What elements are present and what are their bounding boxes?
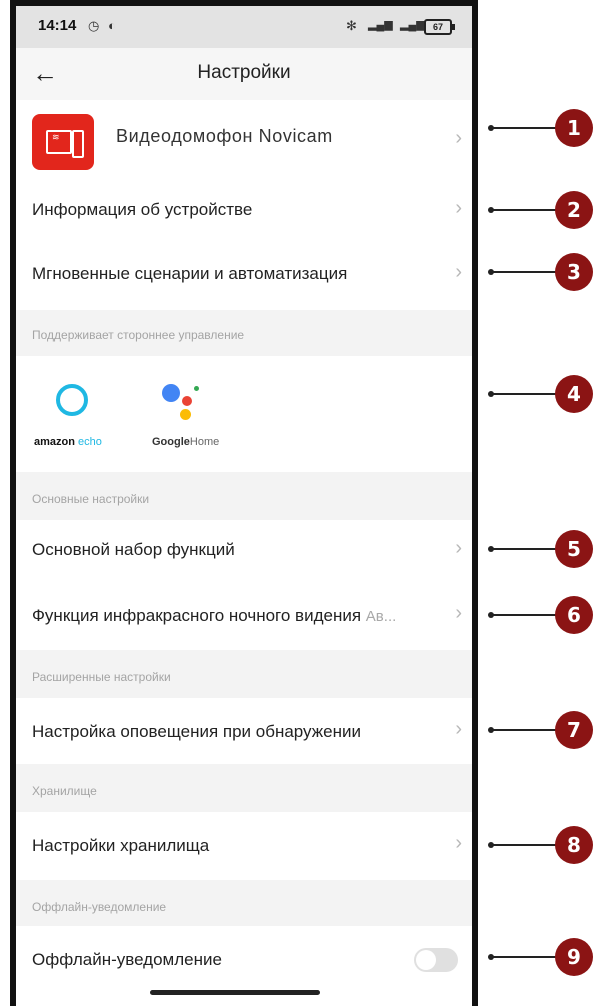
row-label: Функция инфракрасного ночного видения Ав…: [32, 606, 397, 625]
signal-icon: ▂▄▆: [368, 19, 393, 31]
callout-badge: 5: [555, 530, 593, 568]
callout-badge: 4: [555, 375, 593, 413]
section-title: Основные настройки: [32, 492, 150, 506]
home-indicator[interactable]: [150, 990, 320, 995]
status-time: 14:14: [38, 17, 77, 34]
callout-badge: 6: [555, 596, 593, 634]
section-title: Поддерживает стороннее управление: [32, 328, 245, 342]
third-party-logos: amazon echo GoogleHome: [16, 356, 472, 472]
amazon-echo-logo[interactable]: amazon echo: [30, 374, 114, 454]
google-home-logo[interactable]: GoogleHome: [140, 374, 224, 454]
row-label: Основной набор функций: [32, 540, 235, 559]
chevron-right-icon: ›: [455, 197, 462, 219]
section-third-party: Поддерживает стороннее управление: [16, 310, 472, 356]
callout-badge: 2: [555, 191, 593, 229]
row-storage[interactable]: Настройки хранилища ›: [16, 812, 472, 874]
section-advanced: Расширенные настройки: [16, 650, 472, 698]
row-detection-alert[interactable]: Настройка оповещения при обнаружении ›: [16, 698, 472, 760]
phone-frame: [10, 0, 478, 6]
callout-badge: 7: [555, 711, 593, 749]
status-bar: 14:14 ◷ ◐ ✻ ▂▄▆ ▂▄▆ 67: [16, 6, 472, 48]
google-assistant-icon: [162, 384, 180, 402]
device-row[interactable]: ≋ Видеодомофон Novicam ›: [16, 100, 472, 184]
device-name: Видеодомофон Novicam: [116, 126, 333, 146]
row-ir-night[interactable]: Функция инфракрасного ночного видения Ав…: [16, 584, 472, 642]
section-title: Хранилище: [32, 784, 97, 798]
row-basic-functions[interactable]: Основной набор функций ›: [16, 520, 472, 578]
row-label: Настройка оповещения при обнаружении: [32, 722, 361, 741]
echo-ring-icon: [56, 384, 88, 416]
callout-badge: 3: [555, 253, 593, 291]
row-scenes[interactable]: Мгновенные сценарии и автоматизация ›: [16, 244, 472, 300]
chevron-right-icon: ›: [455, 261, 462, 283]
row-label: Оффлайн-уведомление: [32, 950, 222, 969]
chevron-right-icon: ›: [455, 602, 462, 624]
section-storage: Хранилище: [16, 764, 472, 812]
page-title: Настройки: [197, 62, 291, 83]
offline-toggle[interactable]: [414, 948, 458, 972]
app-bar: ← Настройки: [16, 48, 472, 100]
row-label: Информация об устройстве: [32, 200, 253, 219]
row-offline: Оффлайн-уведомление: [16, 926, 472, 996]
signal-icon-2: ▂▄▆: [400, 19, 425, 31]
chevron-right-icon: ›: [455, 718, 462, 740]
section-title: Расширенные настройки: [32, 670, 171, 684]
section-title: Оффлайн-уведомление: [32, 900, 167, 914]
phone-frame: [472, 0, 478, 1006]
chevron-right-icon: ›: [455, 537, 462, 559]
phone-frame: [10, 0, 16, 1006]
row-device-info[interactable]: Информация об устройстве ›: [16, 184, 472, 236]
callout-badge: 1: [555, 109, 593, 147]
chevron-right-icon: ›: [455, 127, 462, 149]
bluetooth-icon: ✻: [346, 18, 357, 33]
callout-badge: 8: [555, 826, 593, 864]
row-label: Настройки хранилища: [32, 836, 210, 855]
chevron-right-icon: ›: [455, 832, 462, 854]
row-label: Мгновенные сценарии и автоматизация: [32, 264, 348, 283]
phone-screen: 14:14 ◷ ◐ ✻ ▂▄▆ ▂▄▆ 67 ← Настройки ≋ Вид…: [10, 0, 478, 1006]
callout-badge: 9: [555, 938, 593, 976]
section-offline: Оффлайн-уведомление: [16, 880, 472, 926]
section-basic: Основные настройки: [16, 472, 472, 520]
sync-icon: ◐: [108, 18, 116, 33]
device-icon: ≋: [32, 114, 94, 170]
ir-night-value: Ав...: [365, 608, 397, 625]
battery-icon: 67: [424, 19, 455, 35]
alarm-icon: ◷: [88, 18, 100, 33]
